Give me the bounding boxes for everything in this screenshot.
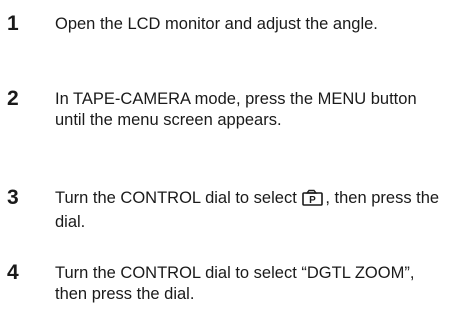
step-text: Turn the CONTROL dial to select P , then… [55,188,447,233]
step-number: 1 [7,12,19,35]
step-text-before: Turn the CONTROL dial to select [55,189,297,207]
svg-text:P: P [310,195,317,206]
camera-p-menu-icon: P [302,189,324,212]
step-text: Open the LCD monitor and adjust the angl… [55,15,378,33]
step-number: 2 [7,87,19,110]
step-text: Turn the CONTROL dial to select “DGTL ZO… [55,264,415,303]
step-number: 3 [7,186,19,209]
step-number: 4 [7,261,19,284]
step-text: In TAPE-CAMERA mode, press the MENU butt… [55,90,417,129]
